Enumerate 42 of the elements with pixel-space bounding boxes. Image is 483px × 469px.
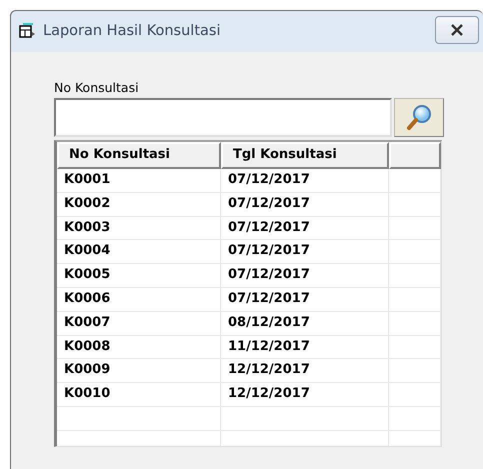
table-cell (389, 336, 441, 360)
table-cell: K0008 (57, 336, 221, 360)
close-button[interactable] (435, 16, 479, 44)
table-cell: K0001 (57, 169, 221, 193)
table-cell (389, 312, 441, 336)
table-cell: K0004 (57, 240, 221, 264)
table-cell (389, 359, 441, 384)
search-field[interactable] (54, 98, 392, 137)
table-cell: K0006 (57, 288, 221, 312)
table-cell (389, 192, 441, 217)
table-cell (389, 240, 441, 264)
table-cell: 07/12/2017 (221, 169, 389, 193)
table-cell: K0003 (57, 216, 221, 240)
table-cell: K0002 (57, 192, 221, 217)
table-cell: 12/12/2017 (221, 359, 389, 384)
table-cell (389, 288, 441, 312)
window-icon (19, 23, 37, 39)
table-cell: 07/12/2017 (221, 240, 389, 264)
field-label: No Konsultasi (54, 80, 140, 97)
table-cell: 11/12/2017 (221, 336, 389, 360)
column-header[interactable] (389, 142, 441, 169)
table-cell: K0005 (57, 264, 221, 288)
table-cell: 12/12/2017 (221, 383, 389, 407)
table-cell (389, 383, 441, 407)
close-icon (450, 24, 464, 36)
table-cell: 07/12/2017 (221, 216, 389, 240)
table-cell (389, 264, 441, 288)
table-cell: K0007 (57, 312, 221, 336)
table-cell: K0010 (57, 383, 221, 407)
search-icon (404, 102, 434, 132)
search-button[interactable] (394, 98, 444, 137)
table-cell (389, 169, 441, 193)
table-cell: 07/12/2017 (221, 192, 389, 217)
window-title: Laporan Hasil Konsultasi (43, 23, 220, 39)
column-header[interactable]: No Konsultasi (57, 142, 221, 169)
table-cell (389, 216, 441, 240)
column-header[interactable]: Tgl Konsultasi (221, 142, 389, 169)
table-cell: 07/12/2017 (221, 264, 389, 288)
table-cell (389, 406, 441, 431)
table-cell: K0009 (57, 359, 221, 384)
table-cell: 07/12/2017 (221, 288, 389, 312)
table-cell: 08/12/2017 (221, 312, 389, 336)
